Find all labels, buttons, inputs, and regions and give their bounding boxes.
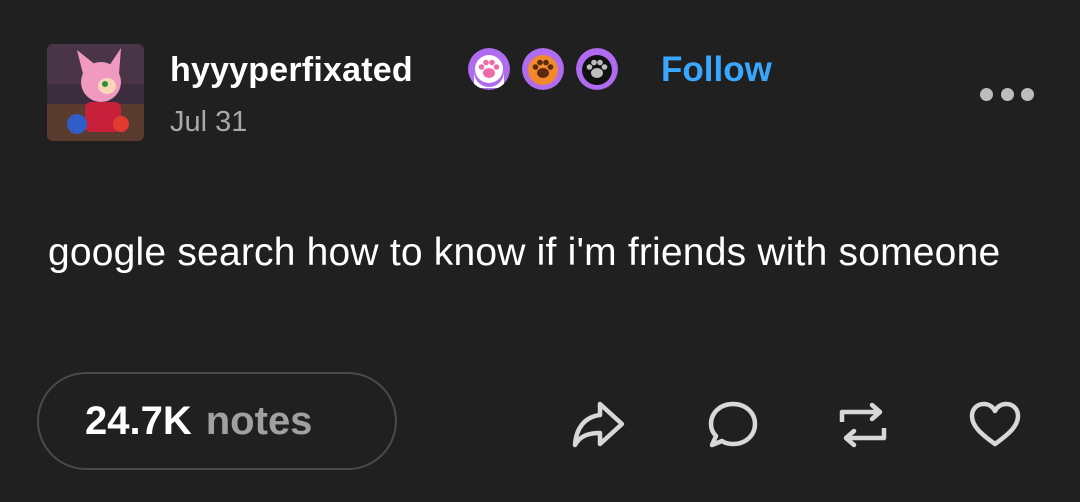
dot bbox=[1021, 87, 1034, 101]
dot bbox=[1000, 87, 1014, 101]
notes-label: notes bbox=[205, 398, 313, 443]
follow-button[interactable]: Follow bbox=[661, 48, 772, 92]
reblog-icon[interactable] bbox=[834, 398, 892, 452]
comment-icon[interactable] bbox=[704, 398, 762, 452]
dot bbox=[980, 87, 993, 101]
avatar[interactable] bbox=[47, 44, 144, 141]
more-options-icon[interactable] bbox=[980, 84, 1034, 104]
post-body: google search how to know if i'm friends… bbox=[48, 231, 1001, 274]
paw-badge-pink-icon[interactable] bbox=[468, 48, 510, 90]
share-icon[interactable] bbox=[570, 398, 628, 452]
heart-icon[interactable] bbox=[966, 398, 1024, 452]
username[interactable]: hyyyperfixated bbox=[170, 48, 413, 92]
post-card: hyyyperfixated Follow Jul 31 google sear… bbox=[0, 0, 1080, 502]
badge-row bbox=[468, 48, 618, 94]
post-date[interactable]: Jul 31 bbox=[170, 102, 247, 142]
notes-count: 24.7K bbox=[85, 398, 192, 443]
notes-button[interactable]: 24.7K notes bbox=[37, 372, 397, 470]
paw-badge-orange-icon[interactable] bbox=[522, 48, 564, 90]
paw-badge-black-icon[interactable] bbox=[576, 48, 618, 90]
